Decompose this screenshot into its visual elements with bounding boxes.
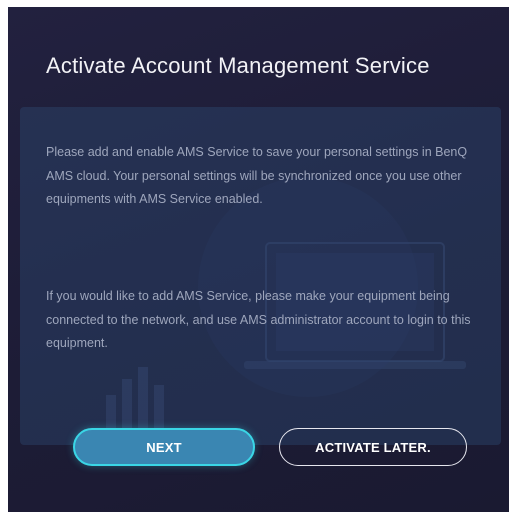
next-button[interactable]: NEXT [73,428,255,466]
activate-ams-dialog: Activate Account Management Service Plea… [8,7,509,512]
activate-later-button[interactable]: ACTIVATE LATER. [279,428,467,466]
message-paragraph-1: Please add and enable AMS Service to sav… [46,145,468,206]
message-paragraph-2: If you would like to add AMS Service, pl… [46,289,471,350]
message-panel: Please add and enable AMS Service to sav… [20,107,501,445]
dialog-title: Activate Account Management Service [46,53,430,78]
